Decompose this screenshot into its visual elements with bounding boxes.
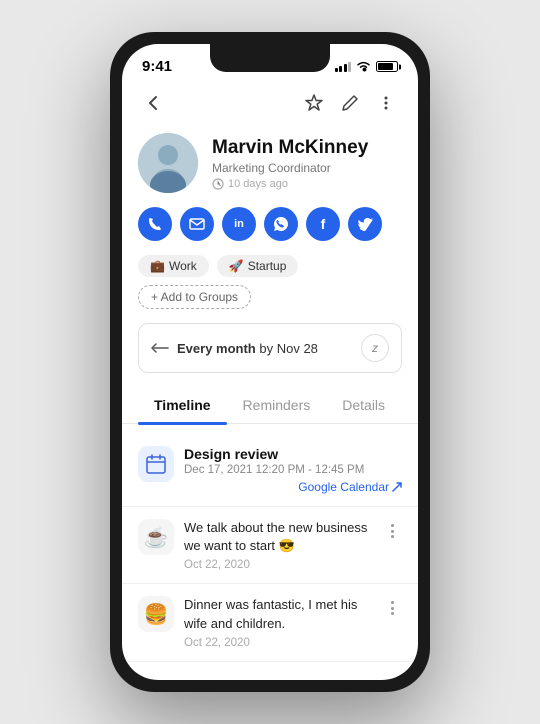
tag-startup[interactable]: 🚀 Startup — [217, 255, 299, 277]
notch — [210, 44, 330, 72]
signal-icon — [335, 62, 352, 72]
timeline-avatar-burger: 🍔 — [138, 596, 174, 632]
profile-time: 10 days ago — [212, 178, 402, 190]
reminder-row: Every month by Nov 28 z — [138, 323, 402, 373]
timeline-avatar-coffee: ☕ — [138, 519, 174, 555]
timeline-content-business: We talk about the new business we want t… — [184, 519, 372, 571]
timeline-content-dinner: Dinner was fantastic, I met his wife and… — [184, 596, 372, 648]
add-to-groups-button[interactable]: + Add to Groups — [138, 285, 251, 309]
twitter-button[interactable] — [348, 207, 382, 241]
tag-work[interactable]: 💼 Work — [138, 255, 209, 277]
timeline-item-design-review: Design review Dec 17, 2021 12:20 PM - 12… — [122, 434, 418, 507]
google-calendar-link[interactable]: Google Calendar — [184, 480, 402, 494]
timeline-content-design-review: Design review Dec 17, 2021 12:20 PM - 12… — [184, 446, 402, 494]
event-title: Design review — [184, 446, 402, 462]
external-link-icon — [392, 482, 402, 492]
wifi-icon — [356, 61, 371, 72]
tag-work-label: Work — [169, 259, 197, 273]
timeline: Design review Dec 17, 2021 12:20 PM - 12… — [122, 424, 418, 680]
event-date: Dec 17, 2021 12:20 PM - 12:45 PM — [184, 464, 402, 476]
more-options-button[interactable] — [382, 519, 402, 539]
email-button[interactable] — [180, 207, 214, 241]
note-date: Oct 22, 2020 — [184, 559, 372, 571]
timeline-avatar-calendar — [138, 446, 174, 482]
tag-work-emoji: 💼 — [150, 259, 165, 273]
tag-startup-emoji: 🚀 — [229, 259, 244, 273]
tab-details[interactable]: Details — [326, 387, 401, 423]
reminder-text: Every month by Nov 28 — [177, 341, 318, 356]
profile-title: Marketing Coordinator — [212, 161, 402, 175]
profile-name: Marvin McKinney — [212, 137, 402, 159]
dinner-note-date: Oct 22, 2020 — [184, 637, 372, 649]
facebook-button[interactable]: f — [306, 207, 340, 241]
header-nav — [122, 81, 418, 129]
timeline-item-business: ☕ We talk about the new business we want… — [122, 507, 418, 584]
more-button[interactable] — [370, 87, 402, 119]
avatar — [138, 133, 198, 193]
dinner-more-options-button[interactable] — [382, 596, 402, 616]
tab-reminders[interactable]: Reminders — [227, 387, 327, 423]
profile-info: Marvin McKinney Marketing Coordinator 10… — [212, 137, 402, 190]
linkedin-button[interactable]: in — [222, 207, 256, 241]
tab-timeline[interactable]: Timeline — [138, 387, 227, 423]
reminder-left: Every month by Nov 28 — [151, 341, 318, 356]
phone-screen: 9:41 — [122, 44, 418, 680]
reminder-icon — [151, 341, 169, 355]
note-text: We talk about the new business we want t… — [184, 519, 372, 555]
add-group-label: + Add to Groups — [151, 290, 238, 304]
back-button[interactable] — [138, 87, 170, 119]
snooze-button[interactable]: z — [361, 334, 389, 362]
tag-startup-label: Startup — [248, 259, 287, 273]
phone-button[interactable] — [138, 207, 172, 241]
dinner-note-text: Dinner was fantastic, I met his wife and… — [184, 596, 372, 632]
status-icons — [335, 61, 399, 72]
status-time: 9:41 — [142, 58, 172, 75]
social-row: in f — [122, 207, 418, 255]
snooze-label: z — [372, 341, 378, 355]
whatsapp-button[interactable] — [264, 207, 298, 241]
battery-icon — [376, 61, 398, 72]
clock-icon — [212, 178, 224, 190]
tabs-row: Timeline Reminders Details — [122, 387, 418, 424]
profile-section: Marvin McKinney Marketing Coordinator 10… — [122, 129, 418, 207]
reminder-prefix: Every month — [177, 341, 256, 356]
tags-row: 💼 Work 🚀 Startup + Add to Groups — [122, 255, 418, 323]
edit-button[interactable] — [334, 87, 366, 119]
reminder-suffix: by Nov 28 — [259, 341, 318, 356]
timeline-item-dinner: 🍔 Dinner was fantastic, I met his wife a… — [122, 584, 418, 661]
star-button[interactable] — [298, 87, 330, 119]
nav-right-icons — [298, 87, 402, 119]
phone-frame: 9:41 — [110, 32, 430, 692]
